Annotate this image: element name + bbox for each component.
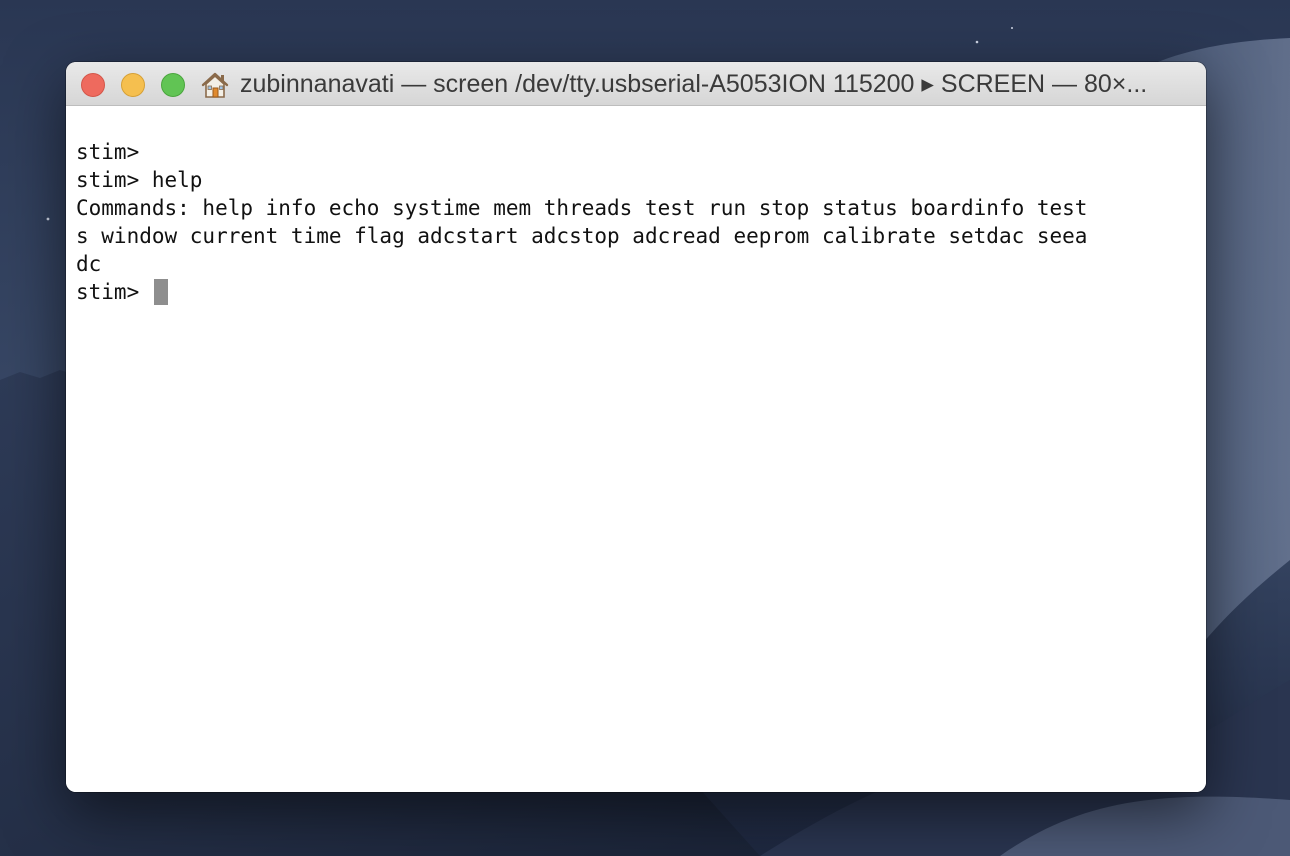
terminal-line: stim> bbox=[76, 140, 140, 164]
window-title: zubinnanavati — screen /dev/tty.usbseria… bbox=[240, 70, 1148, 98]
prompt-text: stim> bbox=[76, 280, 152, 304]
terminal-line: stim> help bbox=[76, 168, 203, 192]
title-bar[interactable]: zubinnanavati — screen /dev/tty.usbseria… bbox=[66, 62, 1206, 106]
terminal-line: Commands: help info echo systime mem thr… bbox=[76, 196, 1088, 220]
terminal-line: s window current time flag adcstart adcs… bbox=[76, 224, 1088, 248]
terminal-window: zubinnanavati — screen /dev/tty.usbseria… bbox=[66, 62, 1206, 792]
terminal-content[interactable]: stim> stim> help Commands: help info ech… bbox=[66, 106, 1206, 792]
terminal-line: dc bbox=[76, 252, 102, 276]
minimize-button[interactable] bbox=[121, 73, 145, 97]
text-cursor bbox=[153, 279, 168, 305]
terminal-prompt-line[interactable]: stim> bbox=[76, 278, 1196, 306]
close-button[interactable] bbox=[81, 73, 105, 97]
home-icon bbox=[200, 71, 230, 99]
zoom-button[interactable] bbox=[161, 73, 185, 97]
